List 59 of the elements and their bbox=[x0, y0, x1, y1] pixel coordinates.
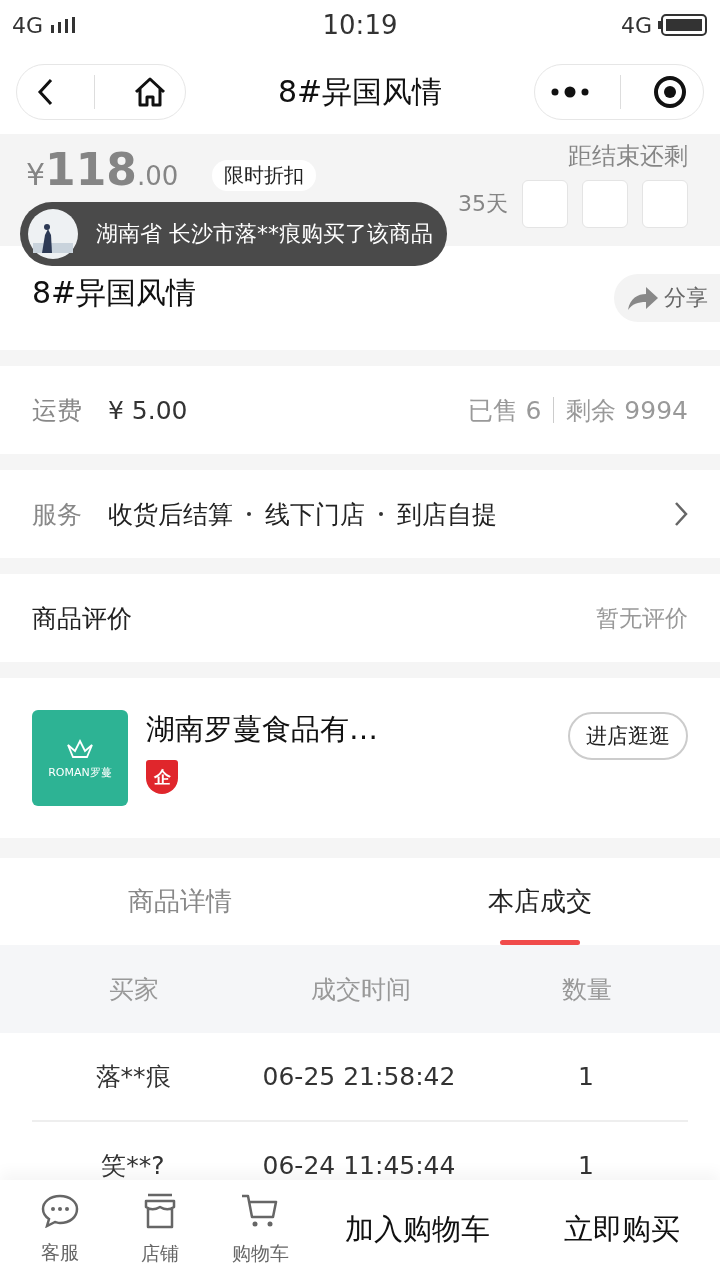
sold-count: 已售 6 bbox=[467, 394, 542, 427]
share-button[interactable]: 分享 bbox=[614, 274, 720, 322]
discount-badge: 限时折扣 bbox=[212, 160, 316, 191]
table-cell-text: 06-25 21:58:42 bbox=[261, 1062, 457, 1091]
service-item: 线下门店 bbox=[265, 498, 365, 531]
cart-icon bbox=[241, 1193, 279, 1229]
column-header: 数量 bbox=[561, 973, 613, 1006]
store-logo: ROMAN罗蔓 bbox=[32, 710, 128, 806]
product-title: 8#异国风情 bbox=[32, 273, 197, 312]
table-cell-text: 落**痕 bbox=[94, 1061, 172, 1093]
timer-box bbox=[522, 180, 568, 228]
tab[interactable]: 本店成交 bbox=[360, 858, 720, 945]
clock: 10:19 bbox=[322, 10, 398, 40]
store-icon bbox=[143, 1193, 177, 1229]
service-row[interactable]: 服务 收货后结算 线下门店 到店自提 bbox=[0, 470, 720, 558]
table-cell-text: 笑**? bbox=[100, 1150, 166, 1182]
service-item: 到店自提 bbox=[397, 498, 497, 531]
stock-count: 剩余 9994 bbox=[566, 394, 688, 427]
buy-now-button[interactable]: 立即购买 bbox=[524, 1180, 720, 1280]
separator-dot bbox=[379, 512, 383, 516]
chat-tab[interactable]: 客服 bbox=[10, 1194, 110, 1266]
more-icon[interactable] bbox=[550, 86, 589, 98]
add-to-cart-button[interactable]: 加入购物车 bbox=[310, 1180, 525, 1280]
home-icon[interactable] bbox=[133, 77, 166, 107]
table-cell-text: 06-24 11:45:44 bbox=[261, 1151, 457, 1180]
network-label: 4G bbox=[12, 12, 44, 38]
store-name: 湖南罗蔓食品有… bbox=[146, 711, 378, 748]
countdown-label: 距结束还剩 bbox=[568, 141, 688, 172]
service-label: 服务 bbox=[32, 498, 82, 531]
reviews-row[interactable]: 商品评价 暂无评价 bbox=[0, 574, 720, 662]
share-icon bbox=[628, 286, 658, 310]
service-item: 收货后结算 bbox=[108, 498, 233, 531]
separator-dot bbox=[247, 512, 251, 516]
reviews-status: 暂无评价 bbox=[596, 603, 688, 633]
countdown-days: 35天 bbox=[458, 189, 508, 219]
table-cell-text: 1 bbox=[577, 1151, 595, 1180]
chat-icon bbox=[41, 1194, 79, 1228]
toast-text: 湖南省 长沙市落**痕购买了该商品 bbox=[96, 220, 433, 248]
page-title: 8#异国风情 bbox=[277, 72, 443, 111]
timer-box bbox=[642, 180, 688, 228]
store-tab[interactable]: 店铺 bbox=[110, 1193, 210, 1267]
battery-icon bbox=[658, 14, 708, 36]
column-header: 买家 bbox=[108, 973, 160, 1006]
signal-icon bbox=[49, 17, 78, 33]
avatar bbox=[28, 209, 78, 259]
cart-tab[interactable]: 购物车 bbox=[210, 1193, 310, 1267]
visit-store-button[interactable]: 进店逛逛 bbox=[568, 712, 688, 760]
promo-price: ¥118.00 bbox=[26, 144, 179, 195]
reviews-label: 商品评价 bbox=[32, 602, 132, 635]
network-label: 4G bbox=[620, 12, 652, 38]
tab[interactable]: 商品详情 bbox=[0, 858, 360, 945]
shipping-label: 运费 bbox=[32, 394, 82, 427]
chevron-icon bbox=[674, 501, 688, 527]
enterprise-badge: 企 bbox=[146, 760, 178, 794]
table-cell-text: 1 bbox=[577, 1062, 595, 1091]
close-icon[interactable] bbox=[653, 75, 688, 109]
column-header: 成交时间 bbox=[310, 973, 412, 1006]
shipping-fee: ¥ 5.00 bbox=[108, 395, 188, 425]
timer-box bbox=[582, 180, 628, 228]
